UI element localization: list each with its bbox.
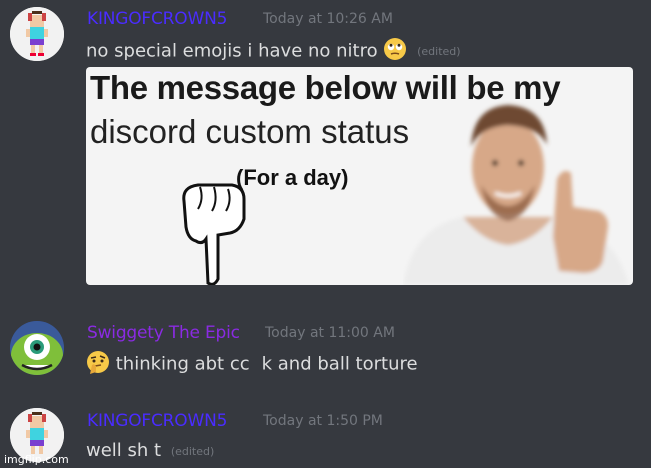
timestamp: Today at 1:50 PM — [263, 413, 383, 429]
message-text-part-2: k and ball torture — [261, 353, 418, 375]
message-content: thinking abt cc k and ball torture — [86, 350, 418, 379]
timestamp: Today at 11:00 AM — [265, 325, 395, 341]
username[interactable]: KINGOFCROWN5 — [87, 411, 227, 431]
message-content: well sh t (edited) — [86, 440, 214, 461]
pointing-down-hand-icon — [182, 183, 246, 285]
timestamp: Today at 10:26 AM — [263, 11, 393, 27]
message-text: no special emojis i have no nitro — [86, 40, 378, 62]
message-content: no special emojis i have no nitro (edite… — [86, 37, 461, 66]
green-monster-avatar-icon — [10, 321, 64, 375]
meme-text-line-2: discord custom status — [90, 113, 410, 150]
pixel-character-avatar-icon — [10, 7, 64, 61]
meme-image[interactable]: The message below will be my discord cus… — [86, 67, 633, 285]
avatar[interactable] — [10, 321, 64, 375]
username[interactable]: KINGOFCROWN5 — [87, 9, 227, 29]
message-text-part-1: thinking abt cc — [115, 353, 250, 375]
avatar[interactable] — [10, 7, 64, 61]
thinking-face-icon[interactable] — [86, 350, 110, 379]
thumbs-up-man-photo — [403, 105, 629, 285]
message-text: well sh t — [86, 440, 162, 461]
rolling-eyes-icon[interactable] — [383, 37, 407, 66]
edited-label: (edited) — [417, 45, 461, 58]
username[interactable]: Swiggety The Epic — [87, 323, 240, 343]
imgflip-watermark: imgflip.com — [4, 453, 69, 466]
edited-label: (edited) — [170, 444, 215, 458]
